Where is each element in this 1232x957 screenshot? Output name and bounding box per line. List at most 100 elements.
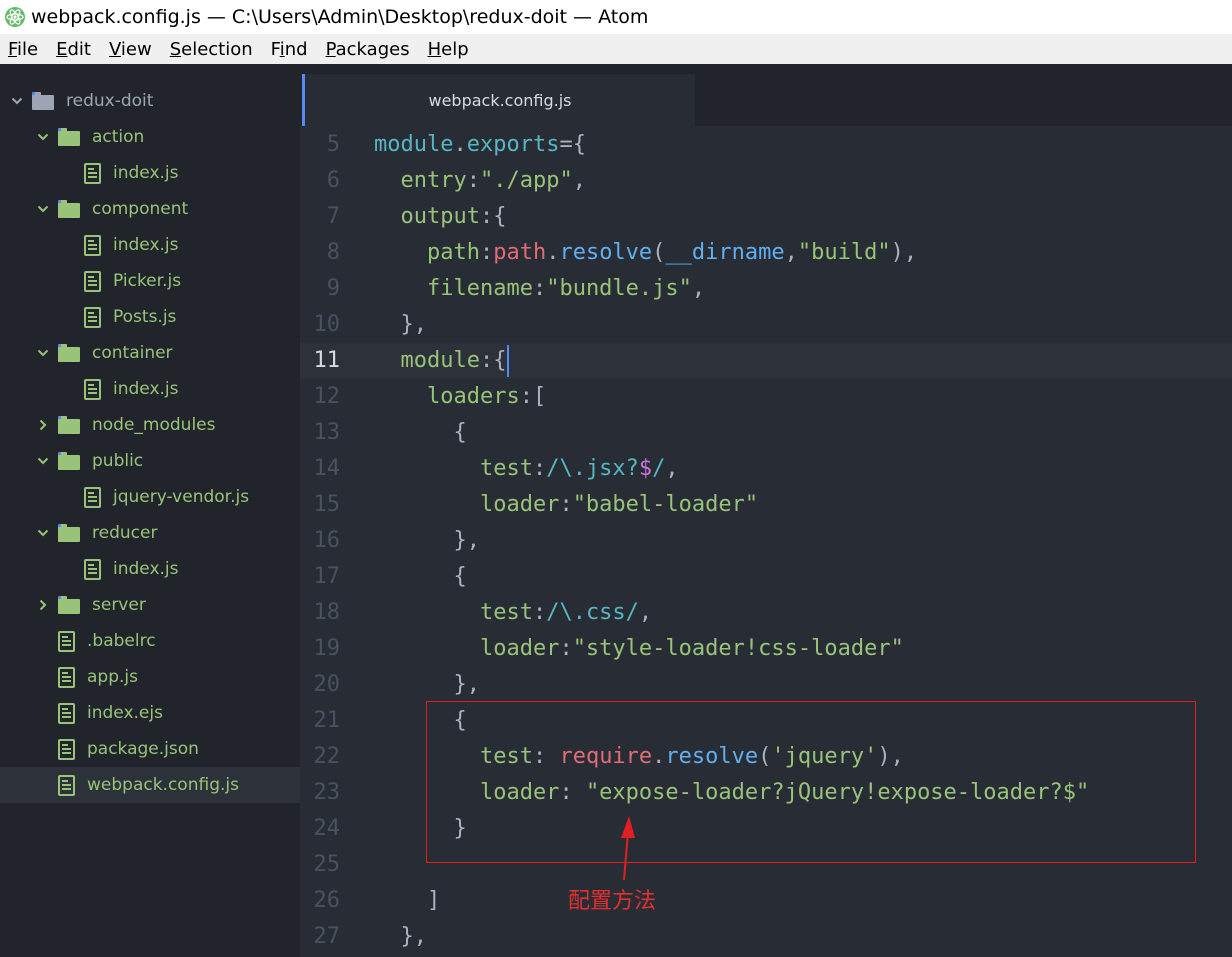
menu-item[interactable]: Selection [161, 39, 262, 60]
tree-file-item[interactable]: Picker.js [0, 263, 300, 299]
code-token: :{ [479, 348, 507, 373]
tree-file-item[interactable]: Posts.js [0, 299, 300, 335]
menu-item[interactable]: Help [419, 39, 478, 60]
code-line[interactable]: 7 output:{ [300, 199, 1232, 235]
code-line[interactable]: 15 loader:"babel-loader" [300, 487, 1232, 523]
code-line[interactable]: 21 { [300, 703, 1232, 739]
tree-folder-item[interactable]: action [0, 119, 300, 155]
tree-item-label: redux-doit [66, 91, 154, 111]
code-editor[interactable]: 5 module.exports={6 entry:"./app", 7 outpu… [300, 126, 1232, 957]
menu-item[interactable]: Edit [47, 39, 100, 60]
code-token: "style-loader!css-loader" [572, 636, 904, 661]
code-line[interactable]: 19 loader:"style-loader!css-loader" [300, 631, 1232, 667]
code-line[interactable]: 9 filename:"bundle.js", [300, 271, 1232, 307]
chevron-down-icon[interactable] [36, 526, 50, 540]
code-token: : [479, 240, 494, 265]
tree-file-item[interactable]: webpack.config.js [0, 767, 300, 803]
tree-file-item[interactable]: index.js [0, 371, 300, 407]
code-token: , [638, 600, 653, 625]
code-token: : [532, 600, 547, 625]
code-line[interactable]: 27 }, [300, 919, 1232, 955]
chevron-down-icon[interactable] [36, 454, 50, 468]
chevron-down-icon[interactable] [36, 346, 50, 360]
code-token: 'jquery' [771, 744, 878, 769]
code-line[interactable]: 18 test:/\.css/, [300, 595, 1232, 631]
code-line[interactable]: 5 module.exports={ [300, 127, 1232, 163]
code-token: : [559, 780, 586, 805]
folder-icon [32, 92, 54, 110]
tree-file-item[interactable]: index.js [0, 155, 300, 191]
code-line[interactable]: 14 test:/\.jsx?$/, [300, 451, 1232, 487]
code-token: require [559, 744, 653, 769]
tree-file-item[interactable]: app.js [0, 659, 300, 695]
code-line[interactable]: 25 [300, 847, 1232, 883]
tree-folder-item[interactable]: component [0, 191, 300, 227]
chevron-down-icon[interactable] [36, 202, 50, 216]
menu-item[interactable]: Packages [317, 39, 419, 60]
tree-item-label: index.js [113, 379, 179, 399]
line-number: 13 [313, 420, 341, 445]
code-token: ( [652, 240, 666, 265]
line-number: 7 [326, 204, 340, 229]
code-text: loaders:[ [374, 379, 546, 415]
code-line[interactable]: 11 module:{ [300, 343, 1232, 379]
code-text: loader: "expose-loader?jQuery!expose-loa… [374, 775, 1089, 811]
code-token: entry [374, 168, 467, 193]
file-text-icon [58, 702, 75, 724]
file-text-icon [58, 630, 75, 652]
code-line[interactable]: 12 loaders:[ [300, 379, 1232, 415]
code-line[interactable]: 10 }, [300, 307, 1232, 343]
menu-item[interactable]: File [0, 39, 47, 60]
line-number: 23 [313, 780, 341, 805]
tree-folder-item[interactable]: container [0, 335, 300, 371]
tab-webpack-config[interactable]: webpack.config.js [302, 74, 695, 126]
code-text: module:{ [374, 343, 510, 379]
tree-item-label: Picker.js [113, 271, 182, 291]
line-number: 6 [326, 168, 340, 193]
menu-item[interactable]: Find [262, 39, 317, 60]
line-number: 11 [313, 348, 341, 373]
tree-file-item[interactable]: package.json [0, 731, 300, 767]
tree-item-label: component [92, 199, 189, 219]
code-line[interactable]: 17 { [300, 559, 1232, 595]
tree-file-item[interactable]: index.js [0, 551, 300, 587]
chevron-down-icon[interactable] [36, 130, 50, 144]
line-number: 21 [313, 708, 341, 733]
code-line[interactable]: 13 { [300, 415, 1232, 451]
atom-icon [4, 6, 26, 28]
code-line[interactable]: 16 }, [300, 523, 1232, 559]
code-line[interactable]: 26 ] [300, 883, 1232, 919]
tree-file-item[interactable]: jquery-vendor.js [0, 479, 300, 515]
tree-folder-item[interactable]: node_modules [0, 407, 300, 443]
chevron-right-icon[interactable] [36, 418, 50, 432]
tree-folder-item[interactable]: public [0, 443, 300, 479]
tree-folder-item[interactable]: reducer [0, 515, 300, 551]
code-token: ), [877, 744, 904, 769]
tree-file-item[interactable]: index.js [0, 227, 300, 263]
code-line[interactable]: 23 loader: "expose-loader?jQuery!expose-… [300, 775, 1232, 811]
code-line[interactable]: 24 } [300, 811, 1232, 847]
code-line[interactable]: 22 test: require.resolve('jquery'), [300, 739, 1232, 775]
tree-file-item[interactable]: .babelrc [0, 623, 300, 659]
tree-folder-item[interactable]: server [0, 587, 300, 623]
code-text: output:{ [374, 199, 506, 235]
file-text-icon [58, 738, 75, 760]
tree-folder-item[interactable]: redux-doit [0, 83, 300, 119]
code-token: }, [374, 312, 427, 337]
line-number: 17 [313, 564, 341, 589]
code-line[interactable]: 8 path:path.resolve(__dirname,"build"), [300, 235, 1232, 271]
file-text-icon [58, 774, 75, 796]
code-token: loader [374, 780, 560, 805]
code-line[interactable]: 6 entry:"./app", [300, 163, 1232, 199]
chevron-right-icon[interactable] [36, 598, 50, 612]
chevron-down-icon[interactable] [10, 94, 24, 108]
tree-file-item[interactable]: index.ejs [0, 695, 300, 731]
code-text: test: require.resolve('jquery'), [374, 739, 904, 775]
menu-item[interactable]: View [100, 39, 161, 60]
code-token: , [665, 456, 679, 481]
title-bar: webpack.config.js — C:\Users\Admin\Deskt… [0, 0, 1232, 34]
code-line[interactable]: 20 }, [300, 667, 1232, 703]
folder-icon [58, 452, 80, 470]
annotation-label: 配置方法 [568, 889, 657, 914]
tab-bar: webpack.config.js [300, 64, 1232, 126]
